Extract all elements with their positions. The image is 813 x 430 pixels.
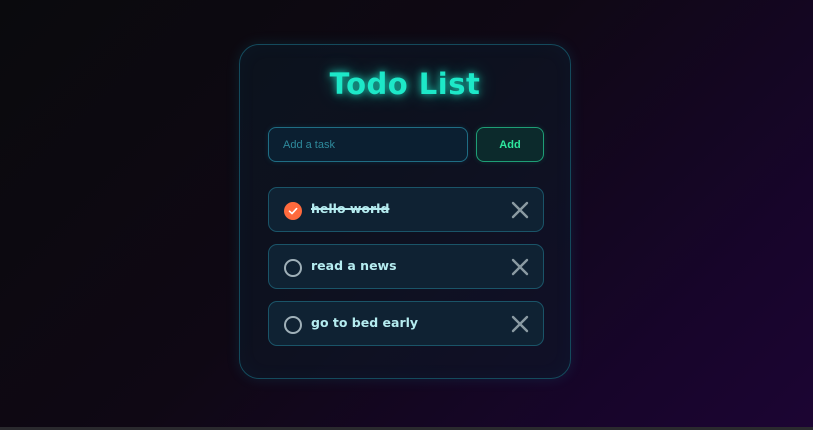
task-text[interactable]: hello world (311, 201, 389, 216)
task-item: go to bed early (268, 301, 544, 346)
task-checkbox[interactable] (284, 316, 302, 334)
page-title: Todo List (329, 67, 481, 101)
todo-card: Todo List Add hello world read a news go (239, 44, 571, 379)
close-icon[interactable] (510, 257, 530, 277)
close-icon[interactable] (510, 314, 530, 334)
check-icon (288, 207, 298, 215)
add-button[interactable]: Add (476, 127, 544, 162)
task-item: read a news (268, 244, 544, 289)
task-checkbox-checked[interactable] (284, 202, 302, 220)
task-checkbox[interactable] (284, 259, 302, 277)
task-item: hello world (268, 187, 544, 232)
task-text[interactable]: go to bed early (311, 315, 418, 330)
task-text[interactable]: read a news (311, 258, 397, 273)
task-list: hello world read a news go to bed early (268, 187, 544, 358)
task-input[interactable] (268, 127, 468, 162)
close-icon[interactable] (510, 200, 530, 220)
